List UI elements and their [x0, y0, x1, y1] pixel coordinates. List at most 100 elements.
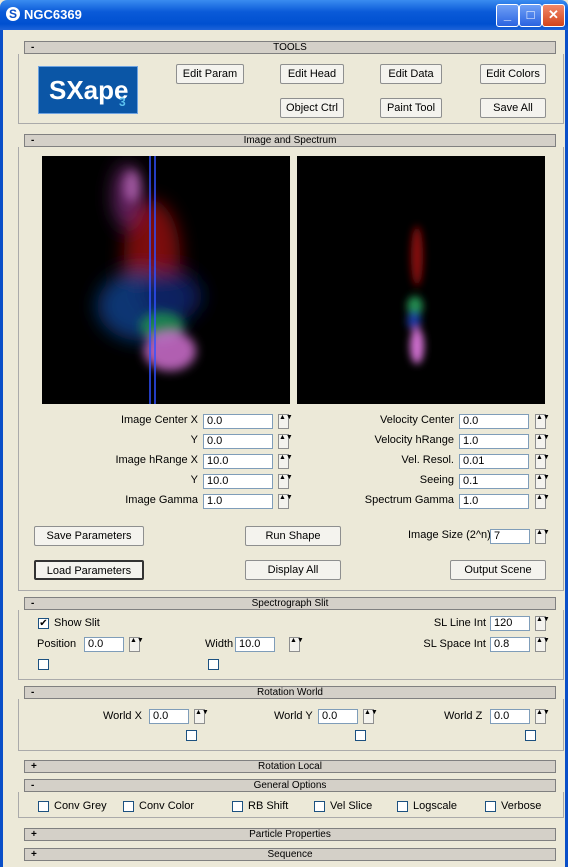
width-label: Width	[205, 638, 234, 650]
image-hrange-y-input[interactable]: 10.0	[203, 474, 273, 489]
image-center-y-spinner[interactable]: ▲▼	[278, 434, 293, 449]
rollout-particle-properties-header[interactable]: + Particle Properties	[24, 828, 556, 841]
world-y-input[interactable]: 0.0	[318, 709, 358, 724]
run-shape-button[interactable]: Run Shape	[245, 526, 341, 546]
vel-slice-checkbox[interactable]	[314, 801, 325, 812]
logscale-checkbox[interactable]	[397, 801, 408, 812]
object-ctrl-button[interactable]: Object Ctrl	[280, 98, 344, 118]
rollout-tools-header[interactable]: - TOOLS	[24, 41, 556, 54]
width-checkbox[interactable]	[208, 659, 219, 670]
rollout-sequence-header[interactable]: + Sequence	[24, 848, 556, 861]
output-scene-button[interactable]: Output Scene	[450, 560, 546, 580]
seeing-input[interactable]: 0.1	[459, 474, 529, 489]
edit-data-button[interactable]: Edit Data	[380, 64, 442, 84]
close-icon: ✕	[548, 7, 559, 22]
image-center-y-label: Y	[190, 434, 198, 446]
minimize-button[interactable]: _	[496, 4, 519, 27]
paint-tool-button[interactable]: Paint Tool	[380, 98, 442, 118]
vel-resol-label: Vel. Resol.	[401, 454, 454, 466]
sl-space-int-label: SL Space Int	[423, 638, 486, 650]
position-input[interactable]: 0.0	[84, 637, 124, 652]
edit-param-button[interactable]: Edit Param	[176, 64, 244, 84]
world-z-checkbox[interactable]	[525, 730, 536, 741]
rb-shift-label: RB Shift	[248, 800, 289, 812]
image-center-x-spinner[interactable]: ▲▼	[278, 414, 293, 429]
edit-head-button[interactable]: Edit Head	[280, 64, 344, 84]
world-y-spinner[interactable]: ▲▼	[363, 709, 378, 724]
sl-space-int-spinner[interactable]: ▲▼	[535, 637, 550, 652]
rotation-world-panel	[18, 699, 564, 751]
width-spinner[interactable]: ▲▼	[289, 637, 304, 652]
velocity-center-label: Velocity Center	[380, 414, 454, 426]
nebula-image	[97, 156, 202, 404]
save-parameters-button[interactable]: Save Parameters	[34, 526, 144, 546]
image-gamma-spinner[interactable]: ▲▼	[278, 494, 293, 509]
world-x-input[interactable]: 0.0	[149, 709, 189, 724]
rollout-title: Rotation Local	[258, 761, 322, 772]
verbose-label: Verbose	[501, 800, 542, 812]
verbose-checkbox[interactable]	[485, 801, 496, 812]
velocity-center-input[interactable]: 0.0	[459, 414, 529, 429]
window-title: NGC6369	[24, 7, 82, 22]
vel-resol-input[interactable]: 0.01	[459, 454, 529, 469]
conv-grey-checkbox[interactable]	[38, 801, 49, 812]
world-z-spinner[interactable]: ▲▼	[535, 709, 550, 724]
position-checkbox[interactable]	[38, 659, 49, 670]
rollout-rotation-local-header[interactable]: + Rotation Local	[24, 760, 556, 773]
vel-resol-spinner[interactable]: ▲▼	[535, 454, 550, 469]
title-bar[interactable]: S NGC6369 _ □ ✕	[0, 0, 568, 30]
image-gamma-label: Image Gamma	[125, 494, 198, 506]
velocity-center-spinner[interactable]: ▲▼	[535, 414, 550, 429]
maximize-button[interactable]: □	[519, 4, 542, 27]
rollout-rotation-world-header[interactable]: - Rotation World	[24, 686, 556, 699]
minimize-icon: _	[503, 7, 512, 22]
edit-colors-button[interactable]: Edit Colors	[480, 64, 546, 84]
display-all-button[interactable]: Display All	[245, 560, 341, 580]
rollout-title: TOOLS	[273, 42, 307, 53]
image-viewport[interactable]	[42, 156, 290, 404]
rb-shift-checkbox[interactable]	[232, 801, 243, 812]
show-slit-checkbox[interactable]: ✔	[38, 618, 49, 629]
position-label: Position	[37, 638, 77, 650]
sl-line-int-spinner[interactable]: ▲▼	[535, 616, 550, 631]
image-gamma-input[interactable]: 1.0	[203, 494, 273, 509]
rollout-title: Sequence	[267, 849, 313, 860]
image-hrange-x-label: Image hRange X	[115, 454, 198, 466]
width-input[interactable]: 10.0	[235, 637, 275, 652]
world-x-spinner[interactable]: ▲▼	[194, 709, 209, 724]
sl-line-int-input[interactable]: 120	[490, 616, 530, 631]
image-hrange-y-label: Y	[190, 474, 198, 486]
world-y-checkbox[interactable]	[355, 730, 366, 741]
image-size-label: Image Size (2^n)	[408, 529, 491, 541]
rollout-image-spectrum-header[interactable]: - Image and Spectrum	[24, 134, 556, 147]
rollout-general-options-header[interactable]: - General Options	[24, 779, 556, 792]
save-all-button[interactable]: Save All	[480, 98, 546, 118]
sl-line-int-label: SL Line Int	[433, 617, 486, 629]
seeing-spinner[interactable]: ▲▼	[535, 474, 550, 489]
image-size-spinner[interactable]: ▲▼	[535, 529, 550, 544]
close-button[interactable]: ✕	[542, 4, 565, 27]
rollout-slit-header[interactable]: - Spectrograph Slit	[24, 597, 556, 610]
image-hrange-y-spinner[interactable]: ▲▼	[278, 474, 293, 489]
spectrum-gamma-input[interactable]: 1.0	[459, 494, 529, 509]
app-logo-icon: S	[6, 7, 20, 21]
spectrum-gamma-spinner[interactable]: ▲▼	[535, 494, 550, 509]
show-slit-label: Show Slit	[54, 617, 100, 629]
image-center-x-input[interactable]: 0.0	[203, 414, 273, 429]
image-size-input[interactable]: 7	[490, 529, 530, 544]
rollout-title: Rotation World	[257, 687, 323, 698]
world-x-checkbox[interactable]	[186, 730, 197, 741]
image-hrange-x-spinner[interactable]: ▲▼	[278, 454, 293, 469]
sl-space-int-input[interactable]: 0.8	[490, 637, 530, 652]
world-y-label: World Y	[274, 710, 313, 722]
velocity-hrange-spinner[interactable]: ▲▼	[535, 434, 550, 449]
spectrum-viewport[interactable]	[297, 156, 545, 404]
position-spinner[interactable]: ▲▼	[129, 637, 144, 652]
image-center-y-input[interactable]: 0.0	[203, 434, 273, 449]
world-z-input[interactable]: 0.0	[490, 709, 530, 724]
conv-color-checkbox[interactable]	[123, 801, 134, 812]
load-parameters-button[interactable]: Load Parameters	[34, 560, 144, 580]
rollout-title: General Options	[253, 780, 327, 791]
image-hrange-x-input[interactable]: 10.0	[203, 454, 273, 469]
velocity-hrange-input[interactable]: 1.0	[459, 434, 529, 449]
